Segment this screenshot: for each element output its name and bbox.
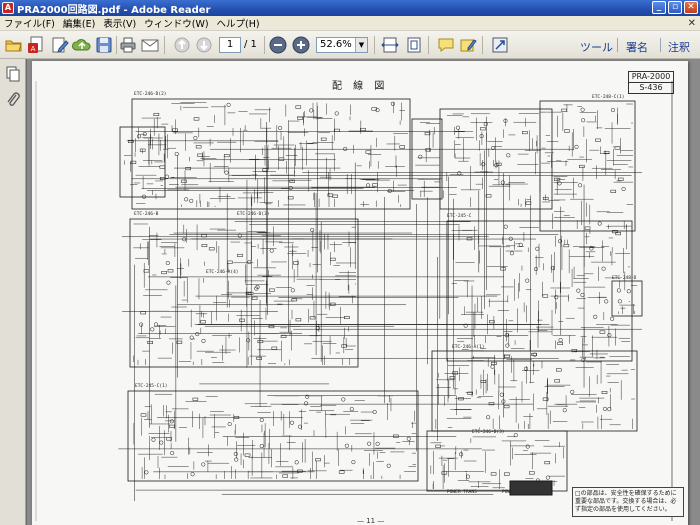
- minimize-button[interactable]: _: [652, 1, 666, 14]
- zoom-in-icon[interactable]: [291, 36, 311, 54]
- upload-cloud-icon[interactable]: [72, 36, 92, 54]
- pdf-page: 配 線 図 PRA-2000 S-436 ETC-246-D(2) ETC-246…: [32, 61, 688, 525]
- svg-text:A: A: [31, 45, 36, 53]
- window-title: PRA2000回路図.pdf - Adobe Reader: [17, 4, 211, 16]
- fit-page-icon[interactable]: [404, 36, 424, 54]
- board-label: ETC-248-D: [612, 275, 637, 281]
- tools-link[interactable]: ツール: [580, 39, 613, 55]
- save-icon[interactable]: [94, 36, 114, 54]
- restore-button[interactable]: ▫: [668, 1, 682, 14]
- menu-file[interactable]: ファイル(F): [0, 16, 59, 30]
- menu-view[interactable]: 表示(V): [99, 16, 140, 30]
- safety-notice: □の部品は、安全性を確保するために重要な部品です。交換する場合は、必ず指定の部品…: [572, 487, 684, 517]
- adobe-reader-icon: A: [2, 2, 14, 14]
- highlight-pen-icon[interactable]: [458, 36, 478, 54]
- open-folder-icon[interactable]: [4, 36, 24, 54]
- toolbar: A 1 / 1 52.6% ▼ ツール 署名 注釈: [0, 31, 700, 59]
- board-label: ETC-246-D(2): [134, 91, 167, 97]
- menu-window[interactable]: ウィンドウ(W): [140, 16, 212, 30]
- document-close-icon[interactable]: ✕: [688, 18, 696, 29]
- zoom-value: 52.6%: [320, 39, 352, 50]
- zoom-out-icon[interactable]: [268, 36, 288, 54]
- menu-help[interactable]: ヘルプ(H): [213, 16, 264, 30]
- email-icon[interactable]: [140, 36, 160, 54]
- wiring-diagram: ETC-246-D(2) ETC-246-A(4) ETC-246-B ETC-245…: [35, 81, 673, 521]
- board-label: ETC-246-A(4): [206, 269, 239, 275]
- board-label: ETC-246-A(1): [452, 344, 485, 350]
- document-view[interactable]: 配 線 図 PRA-2000 S-436 ETC-246-D(2) ETC-246…: [27, 59, 700, 525]
- board-label: ETC-246-B(3): [472, 429, 505, 435]
- board-label: ETC-246-D(3): [237, 211, 270, 217]
- attachment-paperclip-icon[interactable]: [4, 91, 22, 109]
- full-screen-icon[interactable]: [490, 36, 510, 54]
- create-pdf-icon[interactable]: A: [26, 36, 46, 54]
- title-bar: A PRA2000回路図.pdf - Adobe Reader _ ▫ ✕: [0, 0, 700, 16]
- board-label: ETC-248-C(1): [592, 94, 625, 100]
- page-total-label: / 1: [244, 39, 257, 50]
- comment-link[interactable]: 注釈: [668, 39, 690, 55]
- fit-width-icon[interactable]: [380, 36, 400, 54]
- zoom-select[interactable]: 52.6% ▼: [316, 37, 368, 53]
- menu-bar: ファイル(F) 編集(E) 表示(V) ウィンドウ(W) ヘルプ(H) ✕: [0, 16, 700, 31]
- comment-bubble-icon[interactable]: [436, 36, 456, 54]
- page-number-label: — 11 —: [357, 517, 385, 525]
- previous-page-icon[interactable]: [172, 36, 192, 54]
- board-label: ETC-246-B: [134, 211, 159, 217]
- print-icon[interactable]: [118, 36, 138, 54]
- menu-edit[interactable]: 編集(E): [59, 16, 99, 30]
- navigation-panel: [0, 59, 26, 525]
- sign-link[interactable]: 署名: [626, 39, 648, 55]
- pages-thumbnail-icon[interactable]: [4, 65, 22, 83]
- close-button[interactable]: ✕: [684, 1, 698, 14]
- board-label: ETC-245-C(1): [135, 383, 168, 389]
- chevron-down-icon[interactable]: ▼: [355, 38, 367, 52]
- next-page-icon[interactable]: [194, 36, 214, 54]
- board-label: POWER TRANS: [447, 489, 477, 495]
- page-number-input[interactable]: 1: [219, 37, 241, 53]
- edit-document-icon[interactable]: [50, 36, 70, 54]
- board-label: ETC-245-C: [447, 213, 472, 219]
